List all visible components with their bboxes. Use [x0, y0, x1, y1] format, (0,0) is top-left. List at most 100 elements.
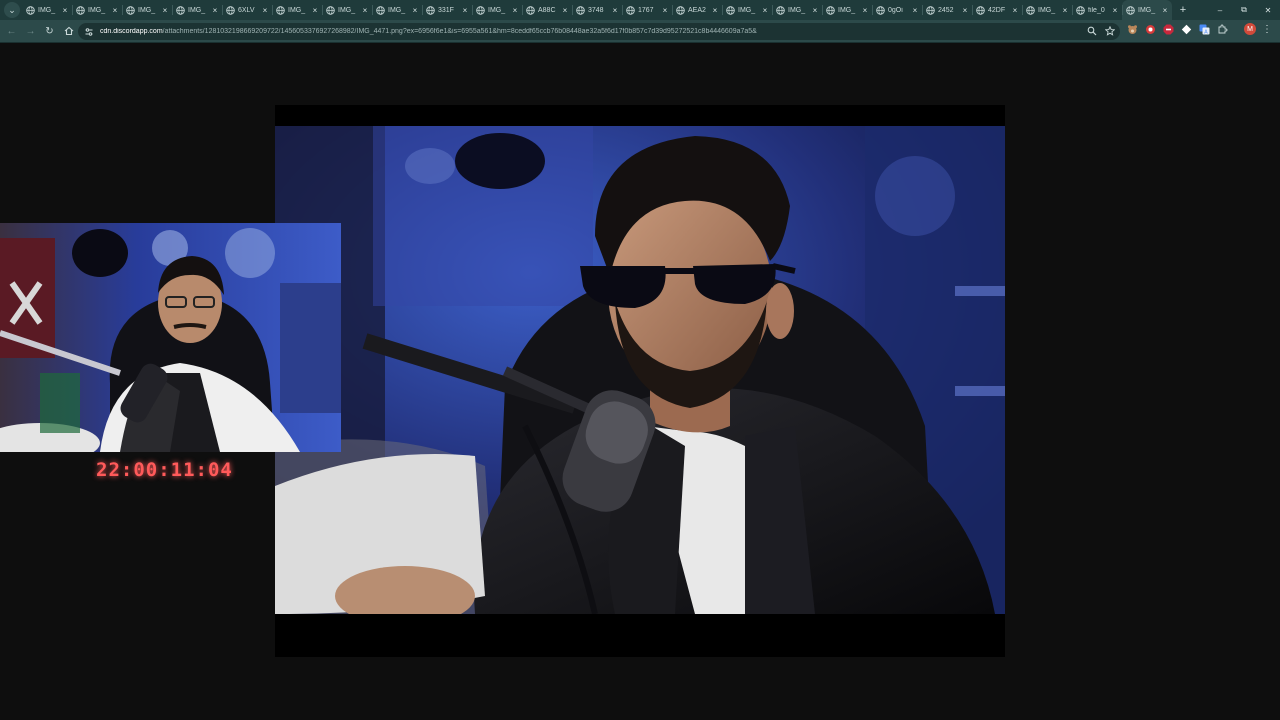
browser-tab[interactable]: 42DF ×: [972, 0, 1022, 20]
translate-icon[interactable]: A: [1198, 23, 1210, 35]
globe-icon: [26, 5, 35, 15]
tab-title: 2452: [938, 6, 954, 14]
tab-close-button[interactable]: ×: [1061, 6, 1069, 15]
svg-text:A: A: [1204, 29, 1208, 35]
globe-icon: [526, 5, 535, 15]
globe-icon: [876, 5, 885, 15]
tab-title: 0gOi: [888, 6, 903, 14]
tab-close-button[interactable]: ×: [561, 6, 569, 15]
tab-close-button[interactable]: ×: [761, 6, 769, 15]
tab-close-button[interactable]: ×: [1111, 6, 1119, 15]
tab-search-button[interactable]: ⌄: [4, 2, 20, 18]
globe-icon: [226, 5, 235, 15]
globe-icon: [426, 5, 435, 15]
new-tab-button[interactable]: +: [1176, 4, 1190, 16]
browser-tab[interactable]: IMG_ ×: [372, 0, 422, 20]
tab-title: file_0: [1088, 6, 1105, 14]
globe-icon: [476, 5, 485, 15]
tab-close-button[interactable]: ×: [611, 6, 619, 15]
globe-icon: [326, 5, 335, 15]
address-bar[interactable]: cdn.discordapp.com/attachments/128103219…: [78, 23, 1120, 40]
back-arrow-icon: ←: [6, 25, 17, 37]
restore-button[interactable]: ⧉: [1232, 0, 1256, 20]
tab-close-button[interactable]: ×: [711, 6, 719, 15]
forward-arrow-icon: →: [25, 25, 36, 37]
browser-tab[interactable]: IMG_ ×: [822, 0, 872, 20]
tab-strip: ⌄ IMG_ × IMG_ × IMG_ × IMG_ × 6XLV × IMG_ × IMG_ × IMG…: [0, 0, 1280, 20]
tab-close-button[interactable]: ×: [861, 6, 869, 15]
browser-tab[interactable]: IMG_ ×: [1122, 0, 1172, 20]
bookmark-button[interactable]: [1104, 25, 1116, 37]
globe-icon: [976, 5, 985, 15]
tab-title: IMG_: [338, 6, 356, 14]
record-icon[interactable]: [1144, 23, 1156, 35]
tab-title: A88C: [538, 6, 556, 14]
tab-title: AEA2: [688, 6, 706, 14]
tab-list: IMG_ × IMG_ × IMG_ × IMG_ × 6XLV × IMG_ × IMG_ × IMG_ ×…: [22, 0, 1172, 20]
zoom-button[interactable]: [1086, 25, 1098, 37]
reload-button[interactable]: ↻: [40, 22, 59, 41]
browser-tab[interactable]: IMG_ ×: [272, 0, 322, 20]
bear-icon[interactable]: [1126, 23, 1138, 35]
browser-tab[interactable]: file_0 ×: [1072, 0, 1122, 20]
tab-close-button[interactable]: ×: [811, 6, 819, 15]
tab-title: IMG_: [288, 6, 306, 14]
home-button[interactable]: [59, 22, 78, 41]
globe-icon: [776, 5, 785, 15]
tab-title: 331F: [438, 6, 454, 14]
browser-tab[interactable]: 0gOi ×: [872, 0, 922, 20]
browser-tab[interactable]: 331F ×: [422, 0, 472, 20]
browser-tab[interactable]: AEA2 ×: [672, 0, 722, 20]
tab-close-button[interactable]: ×: [1011, 6, 1019, 15]
tab-close-button[interactable]: ×: [961, 6, 969, 15]
tab-close-button[interactable]: ×: [361, 6, 369, 15]
tab-close-button[interactable]: ×: [61, 6, 69, 15]
site-info-icon[interactable]: [84, 27, 94, 37]
tab-close-button[interactable]: ×: [211, 6, 219, 15]
browser-menu-icon[interactable]: ⋮: [1262, 24, 1272, 35]
browser-tab[interactable]: IMG_ ×: [1022, 0, 1072, 20]
browser-tab[interactable]: A88C ×: [522, 0, 572, 20]
tab-close-button[interactable]: ×: [661, 6, 669, 15]
url-text: cdn.discordapp.com/attachments/128103219…: [100, 28, 757, 35]
tab-close-button[interactable]: ×: [311, 6, 319, 15]
globe-icon: [926, 5, 935, 15]
reload-icon: ↻: [45, 25, 54, 37]
globe-icon: [726, 5, 735, 15]
browser-tab[interactable]: 6XLV ×: [222, 0, 272, 20]
puzzle-icon[interactable]: [1216, 23, 1228, 35]
browser-tab[interactable]: IMG_ ×: [772, 0, 822, 20]
tab-title: IMG_: [388, 6, 406, 14]
tab-close-button[interactable]: ×: [511, 6, 519, 15]
minimize-button[interactable]: –: [1208, 0, 1232, 20]
tab-close-button[interactable]: ×: [461, 6, 469, 15]
close-window-button[interactable]: ✕: [1256, 0, 1280, 20]
browser-tab[interactable]: IMG_ ×: [122, 0, 172, 20]
tab-title: 1767: [638, 6, 654, 14]
tab-title: IMG_: [488, 6, 506, 14]
tab-close-button[interactable]: ×: [1161, 6, 1169, 15]
tab-close-button[interactable]: ×: [911, 6, 919, 15]
diamond-icon[interactable]: [1180, 23, 1192, 35]
browser-tab[interactable]: IMG_ ×: [72, 0, 122, 20]
browser-tab[interactable]: 1767 ×: [622, 0, 672, 20]
profile-avatar[interactable]: M: [1244, 23, 1256, 35]
browser-tab[interactable]: 2452 ×: [922, 0, 972, 20]
forward-button[interactable]: →: [21, 22, 40, 41]
browser-tab[interactable]: IMG_ ×: [722, 0, 772, 20]
stop-icon[interactable]: [1162, 23, 1174, 35]
back-button[interactable]: ←: [2, 22, 21, 41]
browser-tab[interactable]: IMG_ ×: [472, 0, 522, 20]
tab-close-button[interactable]: ×: [111, 6, 119, 15]
browser-tab[interactable]: IMG_ ×: [322, 0, 372, 20]
browser-tab[interactable]: IMG_ ×: [22, 0, 72, 20]
viewed-image[interactable]: [275, 105, 1005, 657]
browser-tab[interactable]: 3748 ×: [572, 0, 622, 20]
tab-title: IMG_: [88, 6, 106, 14]
tab-close-button[interactable]: ×: [411, 6, 419, 15]
star-icon: [1105, 26, 1115, 36]
tab-close-button[interactable]: ×: [161, 6, 169, 15]
browser-tab[interactable]: IMG_ ×: [172, 0, 222, 20]
tab-title: IMG_: [738, 6, 756, 14]
tab-close-button[interactable]: ×: [261, 6, 269, 15]
